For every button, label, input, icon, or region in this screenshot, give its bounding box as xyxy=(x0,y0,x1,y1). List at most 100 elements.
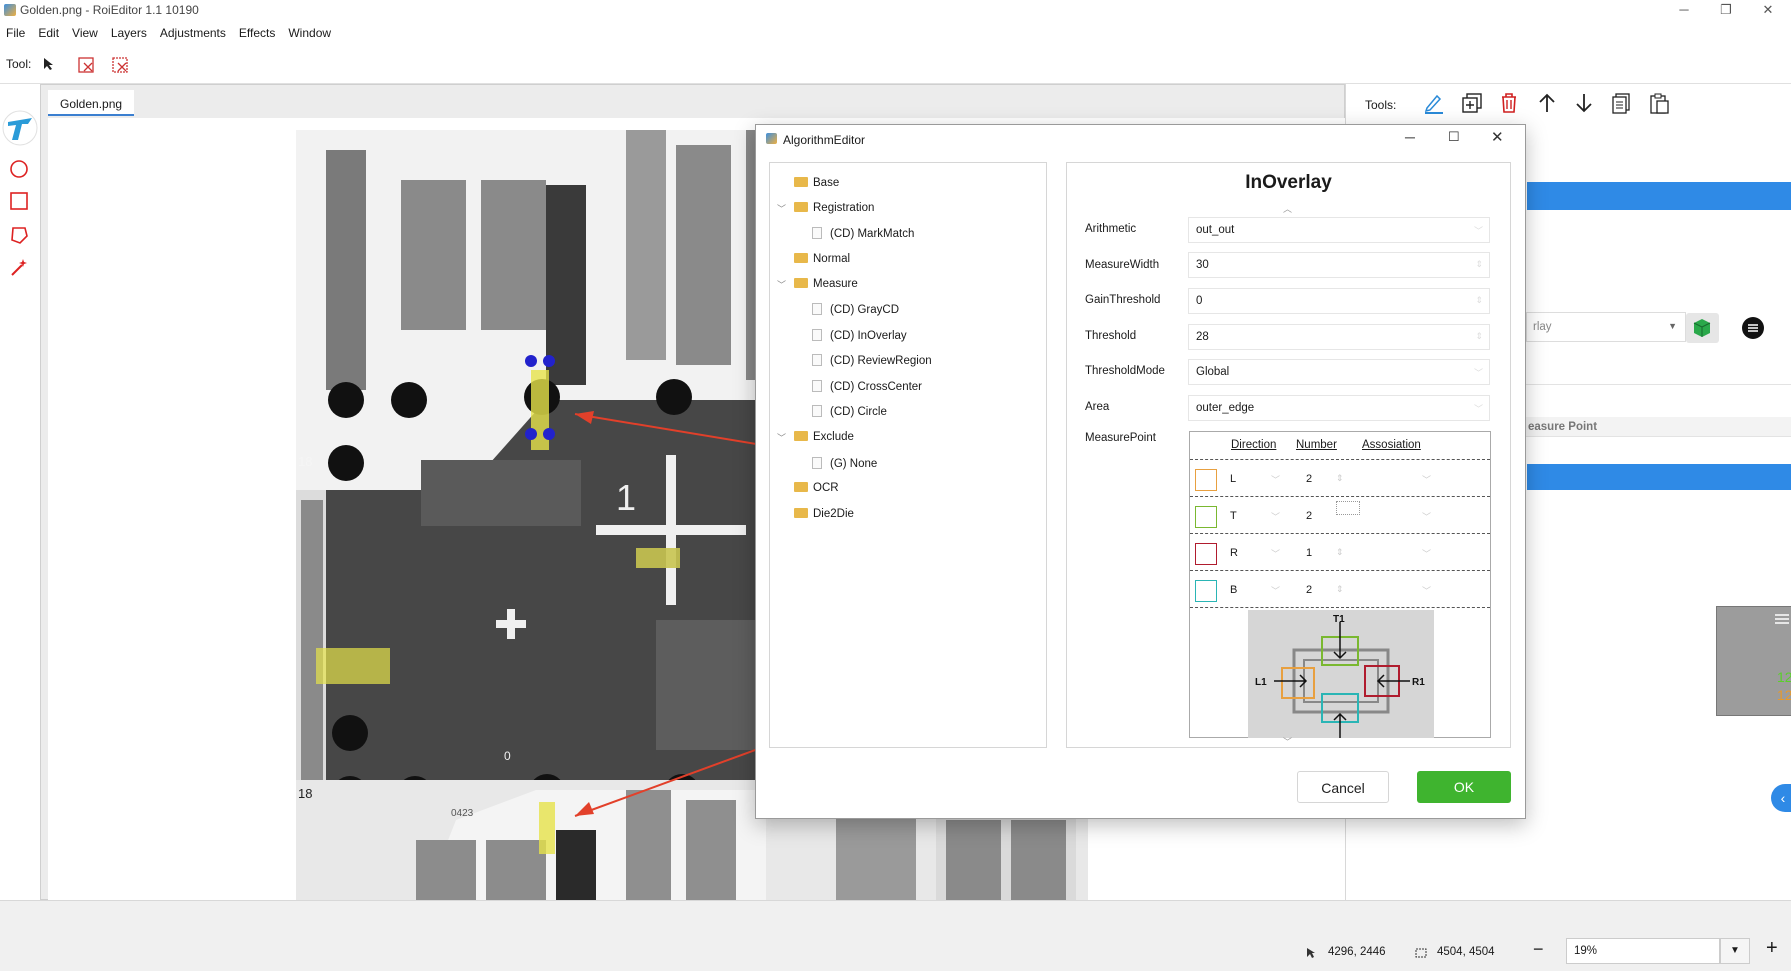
polygon-tool-icon[interactable] xyxy=(9,225,29,245)
chevron-down-icon[interactable]: ﹀ xyxy=(1271,473,1280,486)
dialog-maximize-button[interactable]: ☐ xyxy=(1448,129,1460,145)
color-swatch-t[interactable] xyxy=(1195,506,1217,528)
menu-edit[interactable]: Edit xyxy=(38,22,67,44)
copy-icon[interactable] xyxy=(1610,92,1632,114)
ellipse-tool-icon[interactable] xyxy=(9,159,29,179)
chevron-down-icon[interactable]: ﹀ xyxy=(777,278,786,291)
menu-file[interactable]: File xyxy=(6,22,33,44)
move-down-icon[interactable] xyxy=(1573,92,1595,114)
clear-selection-icon[interactable] xyxy=(78,55,96,73)
tree-item-normal[interactable]: Normal xyxy=(794,253,850,265)
tree-item-exclude[interactable]: Exclude xyxy=(794,431,854,443)
tree-item-registration[interactable]: Registration xyxy=(794,202,874,214)
chevron-down-icon[interactable]: ﹀ xyxy=(1422,584,1431,597)
direction-t[interactable]: T xyxy=(1230,510,1237,522)
collapse-panel-button[interactable]: ‹ xyxy=(1771,784,1791,812)
number-r[interactable]: 1 xyxy=(1306,547,1312,559)
dialog-minimize-button[interactable]: ─ xyxy=(1405,129,1415,145)
tree-item-base[interactable]: Base xyxy=(794,177,839,189)
tree-item-ocr[interactable]: OCR xyxy=(794,482,839,494)
tree-item-crosscenter[interactable]: (CD) CrossCenter xyxy=(812,380,922,393)
hamburger-icon[interactable] xyxy=(1775,613,1789,625)
tree-item-markmatch[interactable]: (CD) MarkMatch xyxy=(812,227,914,240)
chevron-down-icon[interactable]: ﹀ xyxy=(777,431,786,444)
document-icon xyxy=(812,405,822,417)
measure-row-r[interactable]: R ﹀ 1 ⇕ ﹀ xyxy=(1190,533,1490,570)
color-swatch-l[interactable] xyxy=(1195,469,1217,491)
select-tool-icon[interactable] xyxy=(2,110,38,146)
delete-icon[interactable] xyxy=(1498,92,1520,114)
menu-circle-button[interactable] xyxy=(1741,316,1765,340)
tree-item-circle[interactable]: (CD) Circle xyxy=(812,405,887,418)
move-up-icon[interactable] xyxy=(1536,92,1558,114)
tree-item-graycd[interactable]: (CD) GrayCD xyxy=(812,303,899,316)
color-swatch-r[interactable] xyxy=(1195,543,1217,565)
direction-b[interactable]: B xyxy=(1230,584,1237,596)
chevron-down-icon[interactable]: ﹀ xyxy=(1271,547,1280,560)
tree-item-none[interactable]: (G) None xyxy=(812,457,877,470)
chevron-down-icon[interactable]: ﹀ xyxy=(1422,510,1431,523)
close-button[interactable]: ✕ xyxy=(1748,0,1788,22)
chevron-down-icon[interactable]: ﹀ xyxy=(777,202,786,215)
tree-item-inoverlay[interactable]: (CD) InOverlay xyxy=(812,329,907,342)
measure-row-l[interactable]: L ﹀ 2 ⇕ ﹀ xyxy=(1190,459,1490,496)
area-select[interactable]: outer_edge ﹀ xyxy=(1188,395,1490,421)
number-b[interactable]: 2 xyxy=(1306,584,1312,596)
minimize-button[interactable]: ─ xyxy=(1664,0,1704,22)
clear-all-icon[interactable] xyxy=(112,55,130,73)
ok-button[interactable]: OK xyxy=(1417,771,1511,803)
menu-effects[interactable]: Effects xyxy=(239,22,283,44)
chevron-down-icon[interactable]: ﹀ xyxy=(1271,510,1280,523)
color-swatch-b[interactable] xyxy=(1195,580,1217,602)
measurewidth-stepper[interactable]: 30 ⇕ xyxy=(1188,252,1490,278)
zoom-dropdown-button[interactable]: ▼ xyxy=(1720,938,1750,964)
tree-item-measure[interactable]: Measure xyxy=(794,278,858,290)
stepper-icon[interactable]: ⇕ xyxy=(1336,584,1344,595)
magic-wand-icon[interactable] xyxy=(9,257,29,277)
menu-layers[interactable]: Layers xyxy=(111,22,155,44)
menu-adjustments[interactable]: Adjustments xyxy=(160,22,234,44)
scroll-down-icon[interactable]: ﹀ xyxy=(1283,735,1292,748)
menu-window[interactable]: Window xyxy=(288,22,339,44)
measure-row-b[interactable]: B ﹀ 2 ⇕ ﹀ xyxy=(1190,570,1490,607)
gainthreshold-stepper[interactable]: 0 ⇕ xyxy=(1188,288,1490,314)
measure-row-t[interactable]: T ﹀ 2 ﹀ xyxy=(1190,496,1490,533)
cube-button[interactable] xyxy=(1686,313,1719,343)
list-icon xyxy=(1742,317,1764,339)
zoom-out-button[interactable]: − xyxy=(1533,939,1544,960)
tab-golden-png[interactable]: Golden.png xyxy=(48,90,134,116)
menu-view[interactable]: View xyxy=(72,22,106,44)
dialog-close-button[interactable]: ✕ xyxy=(1491,128,1504,146)
stepper-icon[interactable]: ⇕ xyxy=(1336,473,1344,484)
tree-item-reviewregion[interactable]: (CD) ReviewRegion xyxy=(812,354,932,367)
stepper-icon[interactable]: ⇕ xyxy=(1336,547,1344,558)
number-l[interactable]: 2 xyxy=(1306,473,1312,485)
header-direction: Direction xyxy=(1231,439,1277,451)
restore-button[interactable]: ❐ xyxy=(1706,0,1746,22)
selected-point-row[interactable] xyxy=(1527,464,1791,490)
divider xyxy=(1526,384,1791,385)
diagram-label-top: T1 xyxy=(1333,614,1345,625)
direction-r[interactable]: R xyxy=(1230,547,1238,559)
selected-row[interactable] xyxy=(1527,182,1791,210)
zoom-in-button[interactable]: + xyxy=(1766,937,1778,960)
tree-item-die2die[interactable]: Die2Die xyxy=(794,508,854,520)
arithmetic-select[interactable]: out_out ﹀ xyxy=(1188,217,1490,243)
cancel-button[interactable]: Cancel xyxy=(1297,771,1389,803)
algorithm-dropdown[interactable]: rlay ▼ xyxy=(1526,312,1686,342)
menu-bar: File Edit View Layers Adjustments Effect… xyxy=(0,22,1791,44)
rectangle-tool-icon[interactable] xyxy=(9,191,29,211)
thresholdmode-select[interactable]: Global ﹀ xyxy=(1188,359,1490,385)
zoom-input[interactable]: 19% xyxy=(1566,938,1720,964)
paste-icon[interactable] xyxy=(1648,92,1670,114)
scroll-up-icon[interactable]: ︿ xyxy=(1283,202,1292,215)
threshold-stepper[interactable]: 28 ⇕ xyxy=(1188,324,1490,350)
chevron-down-icon[interactable]: ﹀ xyxy=(1422,547,1431,560)
chevron-down-icon[interactable]: ﹀ xyxy=(1271,584,1280,597)
add-layer-icon[interactable] xyxy=(1461,92,1483,114)
pointer-icon[interactable] xyxy=(42,57,56,71)
direction-l[interactable]: L xyxy=(1230,473,1236,485)
edit-icon[interactable] xyxy=(1423,92,1445,114)
number-t[interactable]: 2 xyxy=(1306,510,1312,522)
chevron-down-icon[interactable]: ﹀ xyxy=(1422,473,1431,486)
